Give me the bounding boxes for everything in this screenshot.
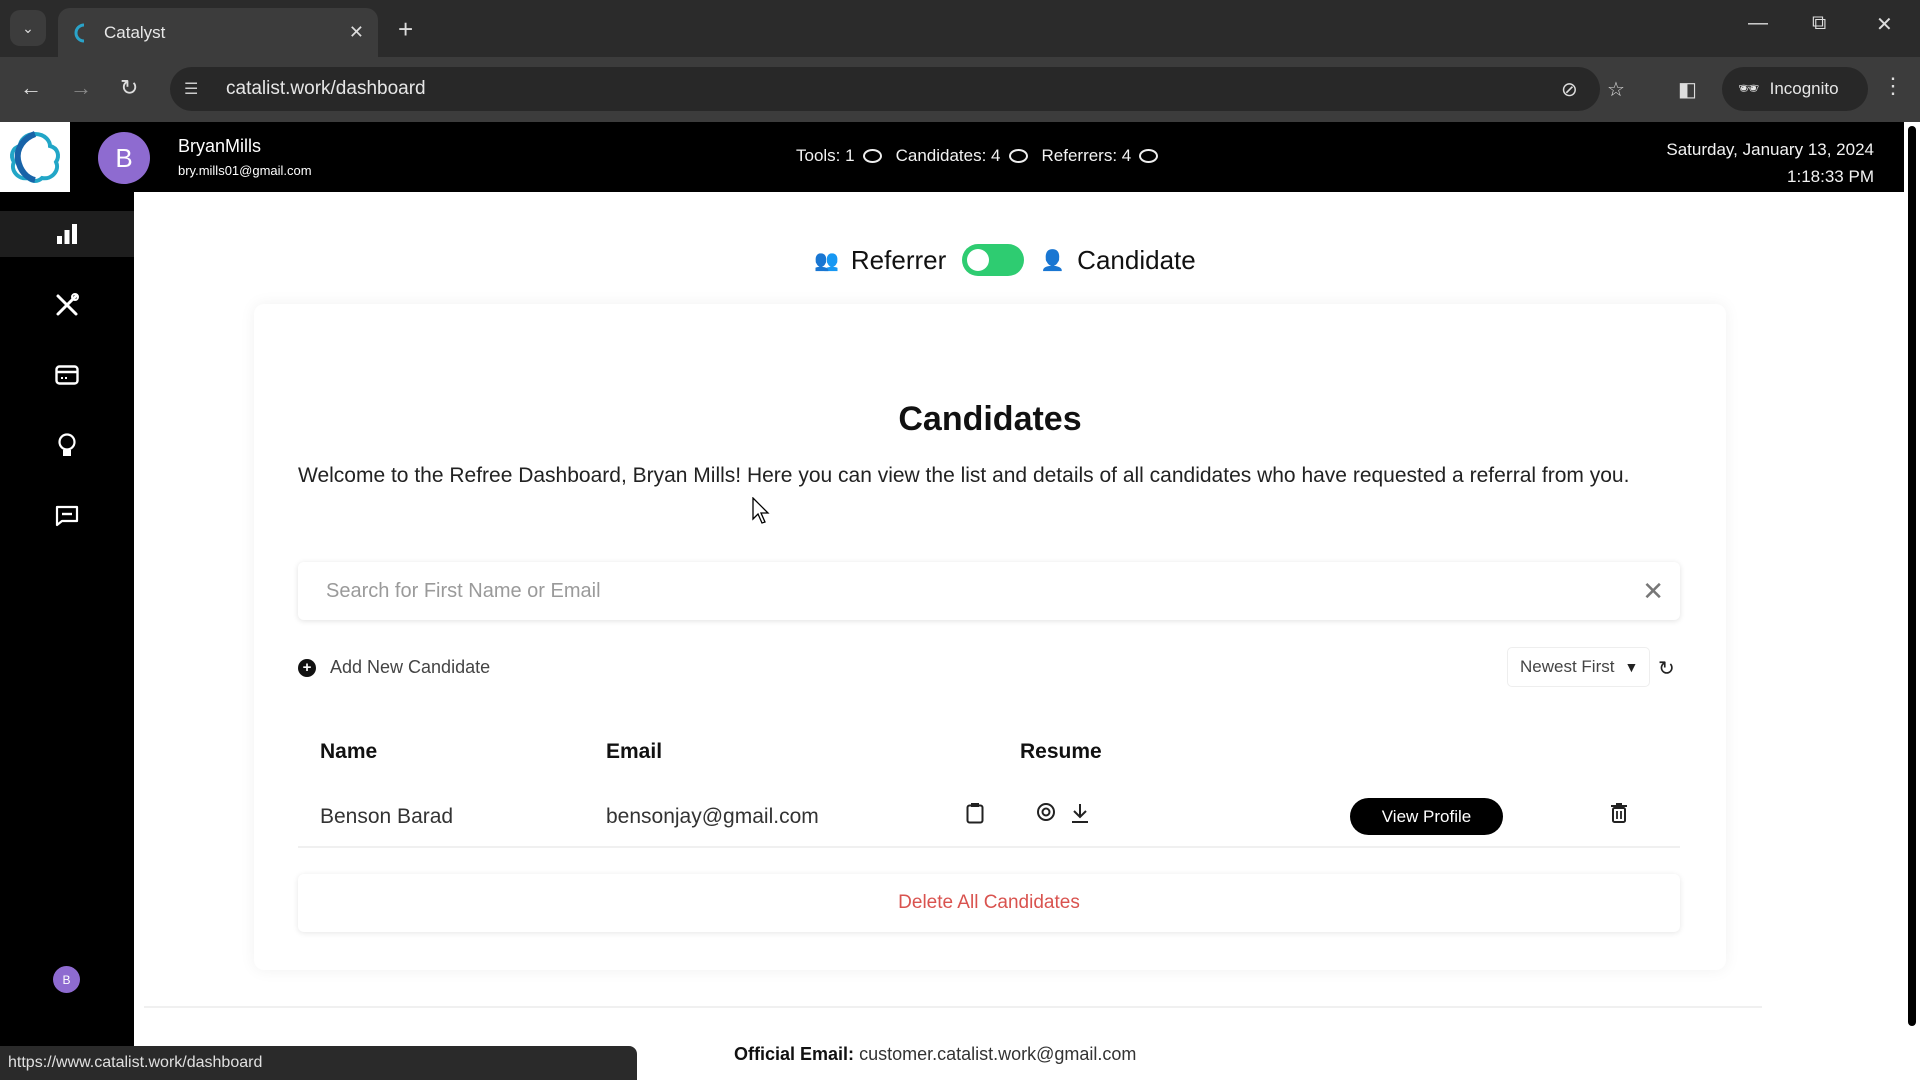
add-new-candidate-label: Add New Candidate	[330, 657, 491, 677]
back-icon[interactable]: ←	[20, 75, 42, 101]
message-icon	[55, 505, 79, 527]
logo-icon	[10, 131, 60, 183]
candidate-email: bensonjay@gmail.com	[606, 805, 819, 828]
browser-menu-icon[interactable]: ⋮	[1882, 73, 1904, 99]
app-header: B BryanMills bry.mills01@gmail.com Tools…	[0, 122, 1904, 192]
time-text: 1:18:33 PM	[1787, 167, 1874, 186]
column-header-resume: Resume	[1020, 740, 1102, 763]
view-resume-icon[interactable]	[1036, 802, 1056, 828]
new-tab-button[interactable]: +	[398, 14, 413, 45]
view-profile-button[interactable]: View Profile	[1350, 798, 1503, 835]
page-title: Candidates	[898, 400, 1082, 438]
forward-icon[interactable]: →	[70, 75, 92, 101]
eye-off-icon[interactable]: ⊘	[1561, 77, 1578, 102]
sidebar-avatar[interactable]: B	[53, 966, 80, 993]
browser-tab[interactable]: Catalyst ✕	[58, 8, 378, 57]
candidates-card: Candidates Welcome to the Refree Dashboa…	[254, 304, 1726, 970]
main-content: 👥 Referrer 👤 Candidate Candidates Welcom…	[134, 192, 1904, 1080]
tools-icon	[56, 293, 79, 316]
sidebar-item-messages[interactable]	[0, 493, 134, 539]
refresh-icon[interactable]: ↻	[1658, 656, 1675, 681]
intro-text: Welcome to the Refree Dashboard, Bryan M…	[298, 464, 1630, 487]
datetime: Saturday, January 13, 2024 1:18:33 PM	[1666, 136, 1874, 190]
incognito-label: Incognito	[1769, 79, 1839, 98]
minimize-icon[interactable]: —	[1748, 12, 1768, 35]
user-email: bry.mills01@gmail.com	[178, 163, 312, 178]
close-tab-icon[interactable]: ✕	[349, 22, 364, 43]
referrer-icon: 👥	[814, 249, 839, 272]
toggle-knob	[967, 249, 990, 271]
reload-icon[interactable]: ↻	[120, 75, 138, 101]
url-text: catalist.work/dashboard	[226, 78, 426, 99]
address-bar[interactable]: ☰ catalist.work/dashboard	[170, 67, 1600, 111]
tab-title: Catalyst	[104, 22, 166, 42]
chevron-down-icon: ▼	[1624, 659, 1639, 675]
sidebar-item-dashboard[interactable]	[0, 211, 134, 257]
bar-chart-icon	[57, 224, 77, 244]
sort-selected: Newest First	[1520, 657, 1615, 676]
search-input[interactable]	[326, 579, 1606, 603]
referrer-label[interactable]: Referrer	[851, 245, 946, 276]
lightbulb-icon	[58, 433, 76, 456]
candidate-icon: 👤	[1040, 249, 1066, 272]
clear-search-icon[interactable]: ✕	[1642, 576, 1664, 607]
add-new-candidate-button[interactable]: + Add New Candidate	[298, 657, 490, 678]
official-email: Official Email: customer.catalist.work@g…	[734, 1044, 1136, 1065]
browser-toolbar: ← → ↻ ☰ catalist.work/dashboard ⊘ ☆ ◧ 🕶 …	[0, 57, 1920, 122]
tab-search-button[interactable]: ⌄	[10, 10, 46, 46]
coin-icon	[1008, 149, 1028, 163]
footer-divider	[144, 1006, 1762, 1008]
copy-clipboard-icon[interactable]	[966, 802, 984, 830]
stat-tools: Tools: 1	[796, 146, 882, 166]
catalyst-favicon-icon	[74, 23, 85, 42]
download-resume-icon[interactable]	[1070, 802, 1090, 830]
stats-bar: Tools: 1 Candidates: 4 Referrers: 4	[796, 146, 1159, 166]
delete-all-candidates-button[interactable]: Delete All Candidates	[298, 874, 1680, 932]
incognito-badge[interactable]: 🕶 Incognito	[1722, 67, 1868, 111]
candidate-name: Benson Barad	[320, 805, 454, 828]
coin-icon	[862, 149, 882, 163]
star-icon[interactable]: ☆	[1607, 77, 1625, 102]
sidebar: B	[0, 192, 134, 1080]
window-close-icon[interactable]: ✕	[1876, 12, 1893, 37]
stat-candidates: Candidates: 4	[896, 146, 1028, 166]
sort-select[interactable]: Newest First ▼	[1507, 647, 1650, 687]
side-panel-icon[interactable]: ◧	[1678, 77, 1697, 102]
catalyst-logo[interactable]	[0, 122, 70, 192]
column-header-email: Email	[606, 740, 663, 763]
delete-candidate-icon[interactable]	[1610, 802, 1628, 830]
scrollbar-thumb[interactable]	[1908, 126, 1916, 1026]
candidate-label[interactable]: Candidate	[1077, 245, 1196, 276]
page-scrollbar[interactable]	[1904, 122, 1920, 1080]
chevron-down-icon: ⌄	[22, 19, 34, 36]
role-toggle[interactable]	[962, 244, 1025, 276]
sidebar-item-tools[interactable]	[0, 282, 134, 328]
plus-circle-icon: +	[298, 658, 316, 677]
table-row: Benson Barad bensonjay@gmail.com View Pr…	[298, 786, 1680, 848]
user-avatar[interactable]: B	[98, 132, 150, 184]
browser-tabstrip: ⌄ Catalyst ✕ + — ⧉ ✕	[0, 0, 1920, 57]
search-box: ✕	[298, 562, 1680, 620]
user-name: BryanMills	[178, 136, 262, 156]
restore-icon[interactable]: ⧉	[1812, 12, 1826, 35]
official-email-value[interactable]: customer.catalist.work@gmail.com	[859, 1044, 1136, 1064]
role-toggle-row: 👥 Referrer 👤 Candidate	[814, 244, 1196, 276]
date-text: Saturday, January 13, 2024	[1666, 140, 1874, 159]
site-settings-icon[interactable]: ☰	[184, 79, 210, 99]
status-bar-url: https://www.catalist.work/dashboard	[0, 1046, 637, 1080]
sidebar-item-billing[interactable]	[0, 352, 134, 398]
column-header-name: Name	[320, 740, 378, 763]
official-email-label: Official Email:	[734, 1044, 855, 1064]
incognito-icon: 🕶	[1738, 79, 1760, 98]
stat-referrers: Referrers: 4	[1042, 146, 1159, 166]
mouse-cursor-icon	[752, 497, 770, 524]
sidebar-item-ideas[interactable]	[0, 423, 134, 469]
credit-card-icon	[55, 365, 79, 385]
coin-icon	[1139, 149, 1159, 163]
